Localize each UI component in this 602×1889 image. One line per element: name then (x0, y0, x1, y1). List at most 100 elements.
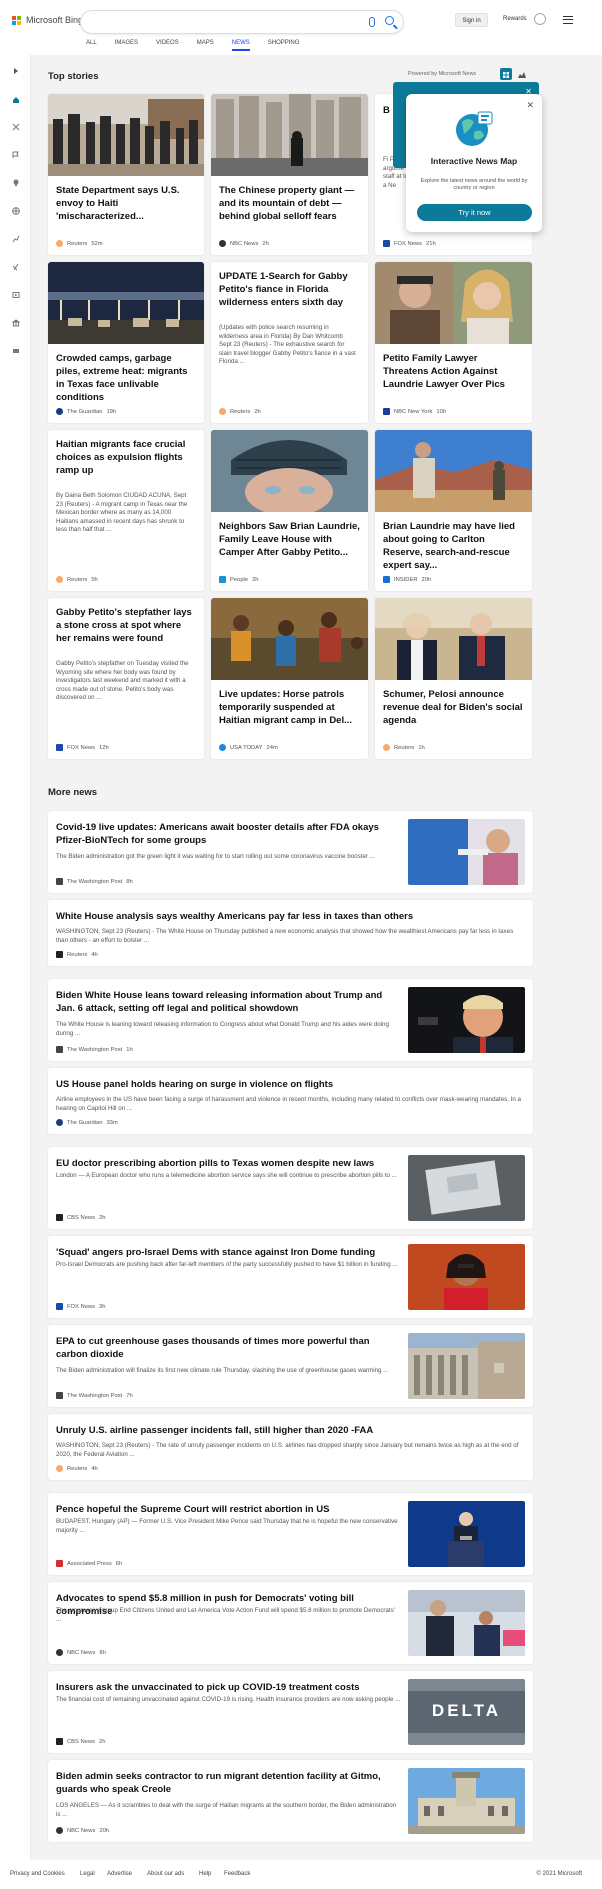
delta-sign-text: DELTA (431, 1701, 502, 1720)
globe-map-icon (456, 111, 493, 146)
row-title[interactable]: Insurers ask the unvaccinated to pick up… (56, 1681, 401, 1694)
signin-button[interactable]: Sign in (455, 13, 488, 27)
tab-videos[interactable]: VIDEOS (156, 40, 179, 51)
footer-link-privacy[interactable]: Privacy and Cookies (10, 1871, 65, 1877)
footer: Privacy and Cookies Legal Advertise Abou… (0, 1860, 602, 1889)
grid-view-icon[interactable] (500, 68, 512, 80)
card-title[interactable]: Brian Laundrie may have lied about going… (383, 520, 524, 572)
row-title[interactable]: White House analysis says wealthy Americ… (56, 910, 521, 923)
news-row[interactable]: Biden admin seeks contractor to run migr… (48, 1760, 533, 1842)
card-title[interactable]: Schumer, Pelosi announce revenue deal fo… (383, 688, 524, 727)
row-title[interactable]: Biden admin seeks contractor to run migr… (56, 1770, 401, 1796)
row-title[interactable]: EPA to cut greenhouse gases thousands of… (56, 1335, 401, 1361)
news-row[interactable]: Pence hopeful the Supreme Court will res… (48, 1493, 533, 1575)
nbc-logo-icon (56, 1827, 63, 1834)
card-source: INSIDER 20h (383, 576, 431, 583)
rewards-link[interactable]: Rewards (503, 16, 527, 22)
globe-icon[interactable] (12, 207, 20, 215)
search-icon[interactable] (385, 16, 394, 25)
row-title[interactable]: US House panel holds hearing on surge in… (56, 1078, 521, 1091)
row-title[interactable]: EU doctor prescribing abortion pills to … (56, 1157, 401, 1170)
row-title[interactable]: 'Squad' angers pro-Israel Dems with stan… (56, 1246, 401, 1259)
card-title[interactable]: Neighbors Saw Brian Laundrie, Family Lea… (219, 520, 360, 559)
news-card[interactable]: Schumer, Pelosi announce revenue deal fo… (375, 598, 532, 759)
row-description: The financial cost of remaining unvaccin… (56, 1696, 401, 1703)
rewards-trophy-icon[interactable] (534, 13, 546, 25)
news-row[interactable]: 'Squad' angers pro-Israel Dems with stan… (48, 1236, 533, 1318)
tab-all[interactable]: ALL (86, 40, 97, 51)
flag-icon[interactable] (12, 151, 20, 159)
news-card[interactable]: UPDATE 1-Search for Gabby Petito's fianc… (211, 262, 368, 423)
reuters-logo-icon (219, 408, 226, 415)
try-it-now-button[interactable]: Try it now (417, 204, 532, 221)
news-card[interactable]: Brian Laundrie may have lied about going… (375, 430, 532, 591)
reuters-logo-icon (56, 240, 63, 247)
news-row[interactable]: Biden White House leans toward releasing… (48, 979, 533, 1061)
card-source: FOX News 12h (56, 744, 109, 751)
footer-link-legal[interactable]: Legal (80, 1871, 95, 1877)
news-row[interactable]: Insurers ask the unvaccinated to pick up… (48, 1671, 533, 1753)
footer-link-advertise[interactable]: Advertise (107, 1871, 132, 1877)
card-image (211, 598, 368, 680)
news-row[interactable]: EU doctor prescribing abortion pills to … (48, 1147, 533, 1229)
footer-link-feedback[interactable]: Feedback (224, 1871, 250, 1877)
news-card[interactable]: State Department says U.S. envoy to Hait… (48, 94, 204, 255)
expand-chevron-icon[interactable] (12, 67, 20, 75)
card-image (48, 94, 204, 176)
footer-link-help[interactable]: Help (199, 1871, 211, 1877)
search-input[interactable] (80, 10, 404, 34)
reuters-logo-icon (56, 951, 63, 958)
microphone-icon[interactable] (369, 17, 375, 27)
news-card[interactable]: Gabby Petito's stepfather lays a stone c… (48, 598, 204, 759)
money-icon[interactable] (12, 235, 20, 243)
row-description: The progressive group End Citizens Unite… (56, 1607, 395, 1623)
card-title[interactable]: Crowded camps, garbage piles, extreme he… (56, 352, 196, 404)
card-title[interactable]: Gabby Petito's stepfather lays a stone c… (56, 606, 196, 645)
card-image (48, 262, 204, 344)
news-row[interactable]: Covid-19 live updates: Americans await b… (48, 811, 533, 893)
close-icon[interactable]: ✕ (526, 100, 534, 111)
news-card[interactable]: Neighbors Saw Brian Laundrie, Family Lea… (211, 430, 368, 591)
news-row[interactable]: Unruly U.S. airline passenger incidents … (48, 1414, 533, 1480)
news-card[interactable]: The Chinese property giant — and its mou… (211, 94, 368, 255)
entertainment-icon[interactable] (12, 347, 20, 355)
home-icon[interactable] (12, 96, 20, 104)
tab-news[interactable]: NEWS (231, 40, 250, 51)
tab-images[interactable]: IMAGES (115, 40, 138, 51)
bing-logo[interactable]: Microsoft Bing (12, 15, 83, 25)
row-description: LOS ANGELES — As it scrambles to deal wi… (56, 1802, 397, 1818)
row-title[interactable]: Pence hopeful the Supreme Court will res… (56, 1503, 401, 1516)
card-title[interactable]: State Department says U.S. envoy to Hait… (56, 184, 196, 223)
tab-maps[interactable]: MAPS (197, 40, 214, 51)
row-description: BUDAPEST, Hungary (AP) — Former U.S. Vic… (56, 1518, 398, 1534)
card-title[interactable]: Haitian migrants face crucial choices as… (56, 438, 196, 477)
politics-icon[interactable] (12, 319, 20, 327)
footer-link-about-ads[interactable]: About our ads (147, 1871, 184, 1877)
news-row[interactable]: White House analysis says wealthy Americ… (48, 900, 533, 966)
news-card[interactable]: Haitian migrants face crucial choices as… (48, 430, 204, 591)
row-title[interactable]: Covid-19 live updates: Americans await b… (56, 821, 401, 847)
card-title[interactable]: UPDATE 1-Search for Gabby Petito's fianc… (219, 270, 360, 309)
news-card[interactable]: Crowded camps, garbage piles, extreme he… (48, 262, 204, 423)
news-card[interactable]: Petito Family Lawyer Threatens Action Ag… (375, 262, 532, 423)
video-icon[interactable] (12, 291, 20, 299)
fox-logo-icon (383, 240, 390, 247)
row-title[interactable]: Unruly U.S. airline passenger incidents … (56, 1424, 521, 1437)
row-image (408, 987, 525, 1053)
sports-icon[interactable] (12, 123, 20, 131)
news-card[interactable]: Live updates: Horse patrols temporarily … (211, 598, 368, 759)
news-row[interactable]: Advocates to spend $5.8 million in push … (48, 1582, 533, 1664)
card-source: NBC New York 10h (383, 408, 446, 415)
card-title[interactable]: Petito Family Lawyer Threatens Action Ag… (383, 352, 524, 391)
card-title[interactable]: The Chinese property giant — and its mou… (219, 184, 360, 223)
location-pin-icon[interactable] (12, 179, 20, 187)
hamburger-menu-icon[interactable] (563, 16, 573, 24)
card-title[interactable]: Live updates: Horse patrols temporarily … (219, 688, 360, 727)
row-title[interactable]: Biden White House leans toward releasing… (56, 989, 401, 1015)
science-icon[interactable] (12, 263, 20, 271)
copyright: © 2021 Microsoft (536, 1871, 582, 1877)
news-row[interactable]: EPA to cut greenhouse gases thousands of… (48, 1325, 533, 1407)
news-row[interactable]: US House panel holds hearing on surge in… (48, 1068, 533, 1134)
map-view-icon[interactable] (516, 68, 528, 80)
tab-shopping[interactable]: SHOPPING (268, 40, 300, 51)
